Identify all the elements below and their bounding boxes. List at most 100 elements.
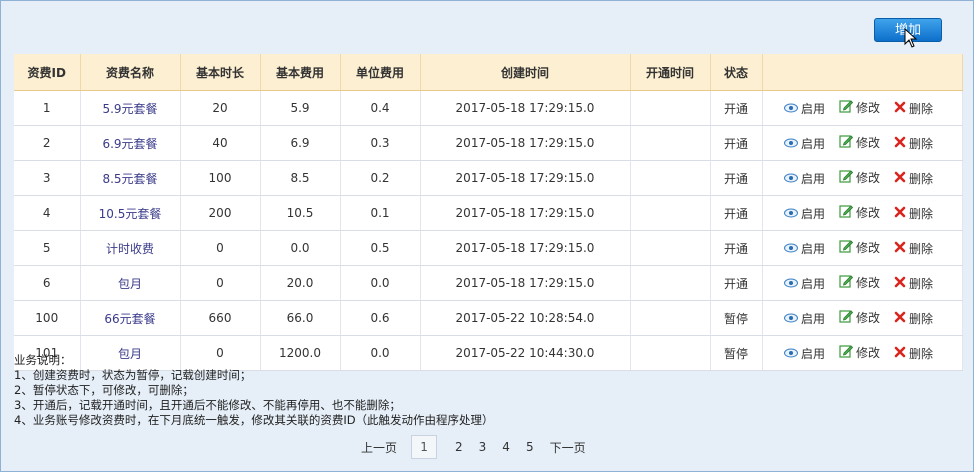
edit-button[interactable]: 修改 [839, 99, 880, 116]
prev-page-link[interactable]: 上一页 [361, 439, 397, 456]
cell-unit-fee: 0.1 [340, 195, 421, 231]
content-frame: 增加 资费ID 资费名称 基本时长 基本费用 单位费用 创建时间 开通时间 状态… [0, 0, 974, 472]
x-icon [894, 311, 909, 326]
cell-opened [630, 195, 711, 231]
delete-label: 删除 [909, 171, 934, 186]
delete-button[interactable]: 删除 [894, 345, 933, 362]
cell-unit-fee: 0.0 [340, 265, 421, 301]
enable-label: 启用 [800, 347, 825, 362]
edit-label: 修改 [855, 135, 880, 150]
edit-label: 修改 [855, 205, 880, 220]
delete-button[interactable]: 删除 [894, 100, 933, 117]
cell-actions: 启用 修改 删除 [762, 195, 963, 231]
mouse-cursor-icon [904, 28, 918, 48]
col-header-actions [762, 54, 963, 91]
delete-button[interactable]: 删除 [894, 170, 933, 187]
table-row: 2 6.9元套餐 40 6.9 0.3 2017-05-18 17:29:15.0 开通 启用… [14, 125, 963, 161]
pagination: 上一页 1 2 3 4 5 下一页 [353, 435, 594, 459]
eye-icon [783, 172, 801, 186]
enable-button[interactable]: 启用 [783, 275, 825, 292]
cell-duration: 20 [180, 90, 261, 126]
col-header-unit-fee: 单位费用 [340, 54, 421, 91]
cell-id: 1 [14, 90, 81, 126]
eye-icon [783, 242, 801, 256]
cell-status: 开通 [710, 125, 763, 161]
x-icon [894, 171, 909, 186]
cell-id: 100 [14, 300, 81, 336]
edit-label: 修改 [855, 310, 880, 325]
current-page: 1 [411, 435, 438, 459]
cell-actions: 启用 修改 删除 [762, 160, 963, 196]
x-icon [894, 101, 909, 116]
cell-id: 5 [14, 230, 81, 266]
cell-name: 10.5元套餐 [80, 195, 181, 231]
cell-opened [630, 335, 711, 371]
delete-label: 删除 [909, 346, 934, 361]
eye-icon [783, 312, 801, 326]
cell-unit-fee: 0.3 [340, 125, 421, 161]
delete-button[interactable]: 删除 [894, 275, 933, 292]
cell-duration: 0 [180, 265, 261, 301]
cell-name: 包月 [80, 265, 181, 301]
cell-base-fee: 6.9 [260, 125, 341, 161]
delete-button[interactable]: 删除 [894, 310, 933, 327]
cell-created: 2017-05-22 10:28:54.0 [420, 300, 631, 336]
edit-button[interactable]: 修改 [839, 169, 880, 186]
cell-name: 计时收费 [80, 230, 181, 266]
page-link-5[interactable]: 5 [526, 440, 534, 454]
enable-button[interactable]: 启用 [783, 100, 825, 117]
col-header-created: 创建时间 [420, 54, 631, 91]
edit-button[interactable]: 修改 [839, 344, 880, 361]
table-header-row: 资费ID 资费名称 基本时长 基本费用 单位费用 创建时间 开通时间 状态 [14, 54, 963, 91]
col-header-status: 状态 [710, 54, 763, 91]
edit-button[interactable]: 修改 [839, 239, 880, 256]
x-icon [894, 206, 909, 221]
edit-label: 修改 [855, 240, 880, 255]
pencil-icon [839, 134, 856, 151]
col-header-id: 资费ID [14, 54, 81, 91]
edit-button[interactable]: 修改 [839, 204, 880, 221]
cell-created: 2017-05-18 17:29:15.0 [420, 195, 631, 231]
cell-unit-fee: 0.4 [340, 90, 421, 126]
cell-actions: 启用 修改 删除 [762, 335, 963, 371]
cell-base-fee: 66.0 [260, 300, 341, 336]
cell-actions: 启用 修改 删除 [762, 300, 963, 336]
delete-label: 删除 [909, 276, 934, 291]
edit-button[interactable]: 修改 [839, 309, 880, 326]
col-header-opened: 开通时间 [630, 54, 711, 91]
pencil-icon [839, 204, 856, 221]
edit-button[interactable]: 修改 [839, 134, 880, 151]
cell-status: 开通 [710, 160, 763, 196]
cell-unit-fee: 0.5 [340, 230, 421, 266]
cell-created: 2017-05-18 17:29:15.0 [420, 90, 631, 126]
x-icon [894, 241, 909, 256]
cell-created: 2017-05-18 17:29:15.0 [420, 265, 631, 301]
delete-label: 删除 [909, 241, 934, 256]
delete-label: 删除 [909, 136, 934, 151]
table-row: 3 8.5元套餐 100 8.5 0.2 2017-05-18 17:29:15.0 开通启… [14, 160, 963, 196]
cell-status: 暂停 [710, 335, 763, 371]
eye-icon [783, 207, 801, 221]
eye-icon [783, 102, 801, 116]
delete-button[interactable]: 删除 [894, 240, 933, 257]
enable-button[interactable]: 启用 [783, 345, 825, 362]
enable-button[interactable]: 启用 [783, 205, 825, 222]
delete-button[interactable]: 删除 [894, 205, 933, 222]
edit-button[interactable]: 修改 [839, 274, 880, 291]
enable-button[interactable]: 启用 [783, 135, 825, 152]
enable-button[interactable]: 启用 [783, 310, 825, 327]
next-page-link[interactable]: 下一页 [550, 439, 586, 456]
page-link-3[interactable]: 3 [479, 440, 487, 454]
notes-line: 3、开通后，记载开通时间，且开通后不能修改、不能再停用、也不能删除； [14, 398, 401, 412]
enable-button[interactable]: 启用 [783, 240, 825, 257]
page-link-4[interactable]: 4 [502, 440, 510, 454]
cell-unit-fee: 0.6 [340, 300, 421, 336]
fee-table: 资费ID 资费名称 基本时长 基本费用 单位费用 创建时间 开通时间 状态 1 5… [14, 54, 963, 371]
delete-button[interactable]: 删除 [894, 135, 933, 152]
page-link-2[interactable]: 2 [455, 440, 463, 454]
table-row: 1 5.9元套餐 20 5.9 0.4 2017-05-18 17:29:15.0 开通 启用… [14, 90, 963, 126]
cell-name: 8.5元套餐 [80, 160, 181, 196]
enable-button[interactable]: 启用 [783, 170, 825, 187]
cell-base-fee: 20.0 [260, 265, 341, 301]
pencil-icon [839, 344, 856, 361]
